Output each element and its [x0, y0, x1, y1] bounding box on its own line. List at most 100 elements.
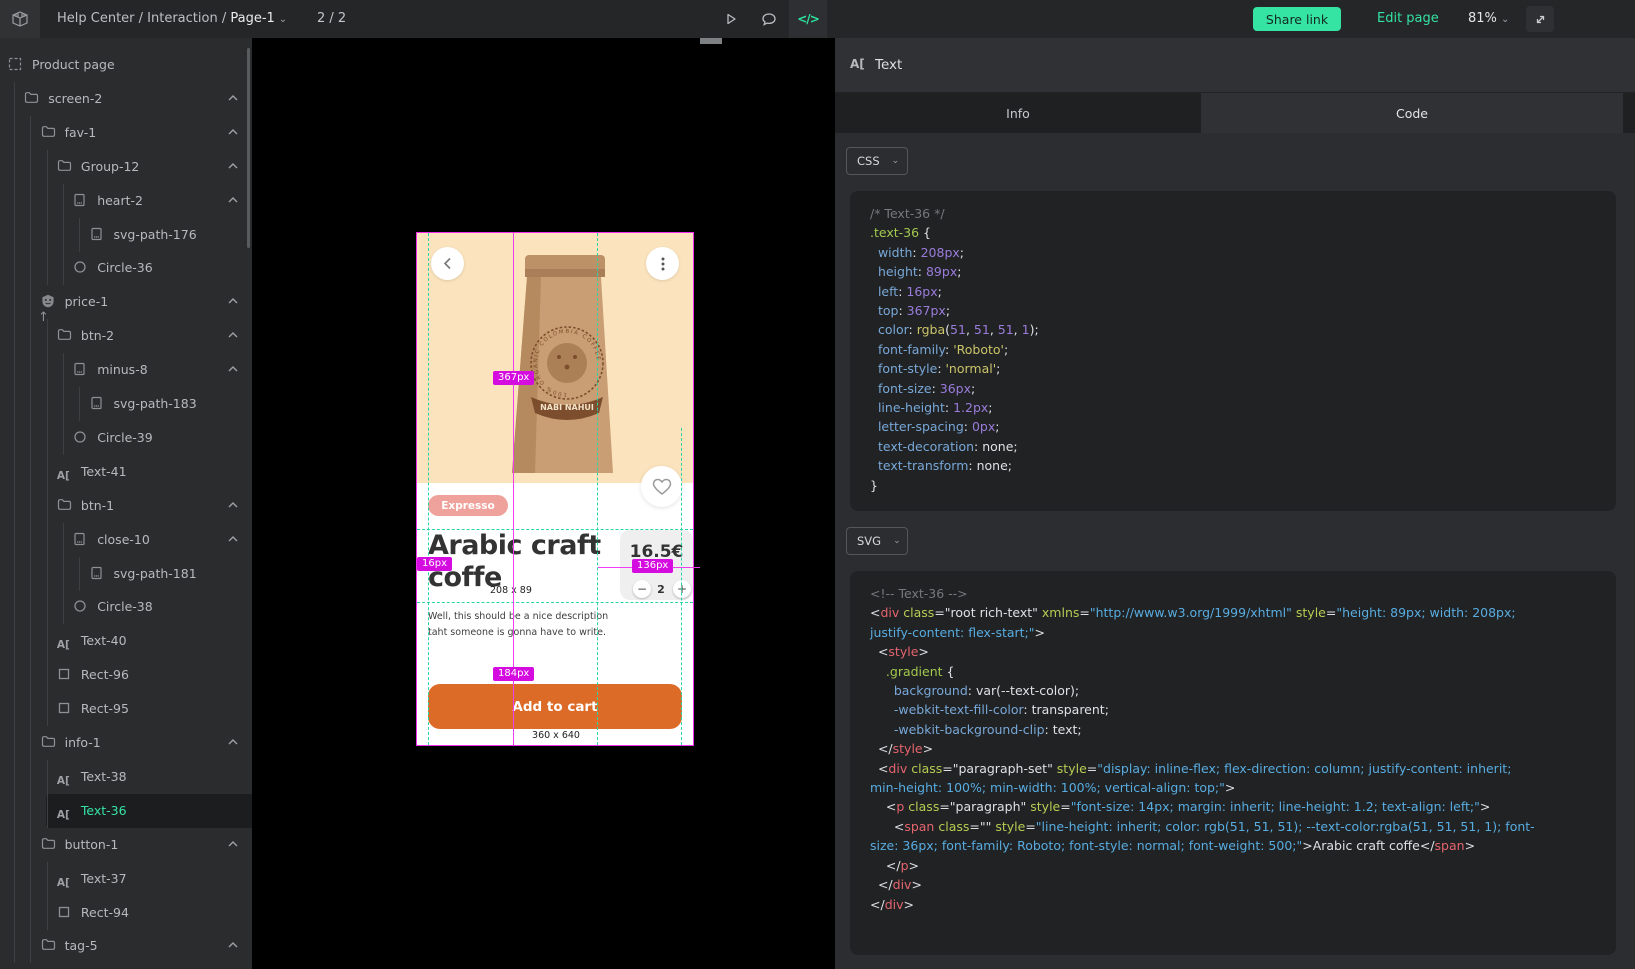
code-line: font-family: 'Roboto'; — [870, 340, 1616, 359]
layer-row-Text-37[interactable]: A[ Text-37 — [0, 862, 252, 896]
category-tag[interactable]: Expresso — [428, 495, 508, 516]
canvas-scrollbar-thumb[interactable] — [700, 38, 722, 44]
layer-row-Circle-36[interactable]: Circle-36 — [0, 251, 252, 285]
layer-row-Text-38[interactable]: A[Text-38 — [0, 760, 252, 794]
layer-row-heart-2[interactable]: heart-2 — [0, 184, 252, 218]
chevron-up-icon[interactable] — [227, 127, 240, 138]
layer-label: svg-path-176 — [114, 227, 197, 242]
tree-indent-guide — [14, 896, 15, 930]
layer-row-Text-40[interactable]: A[Text-40 — [0, 624, 252, 658]
zoom-level-value: 81% — [1468, 11, 1497, 26]
file-icon — [90, 396, 105, 411]
layer-row-Circle-38[interactable]: Circle-38 — [0, 590, 252, 624]
app-logo[interactable] — [0, 0, 40, 38]
menu-button[interactable] — [646, 247, 679, 280]
layer-label: Text-37 — [81, 871, 127, 886]
code-view-button[interactable]: </> — [789, 0, 827, 38]
layer-row-Group-12[interactable]: Group-12 — [0, 150, 252, 184]
inspector-header: A[ Text — [835, 38, 1635, 93]
layer-row-svg-path-183[interactable]: svg-path-183 — [0, 387, 252, 421]
back-button[interactable] — [431, 247, 464, 280]
layer-row-svg-path-176[interactable]: svg-path-176 — [0, 218, 252, 252]
fullscreen-button[interactable] — [1526, 6, 1554, 32]
tree-indent-guide — [30, 828, 31, 862]
svg-code-block[interactable]: <!-- Text-36 --><div class="root rich-te… — [850, 571, 1616, 955]
chevron-up-icon[interactable] — [227, 534, 240, 545]
layer-row-fav-1[interactable]: fav-1 — [0, 116, 252, 150]
layer-row-info-1[interactable]: info-1 — [0, 726, 252, 760]
tree-indent-guide — [63, 523, 64, 557]
chevron-up-icon[interactable] — [227, 161, 240, 172]
layer-row-Text-41[interactable]: A[Text-41 — [0, 455, 252, 489]
layer-row-Rect-96[interactable]: Rect-96 — [0, 658, 252, 692]
tree-indent-guide — [14, 624, 15, 658]
code-line: <div class="paragraph-set" style="displa… — [870, 759, 1616, 778]
layer-label: Text-36 — [81, 803, 127, 818]
folder-icon — [57, 498, 72, 513]
breadcrumb-path: Help Center / Interaction / — [57, 11, 226, 26]
file-icon — [90, 227, 105, 242]
chevron-up-icon[interactable] — [227, 940, 240, 951]
folder-icon — [57, 328, 72, 343]
share-link-button[interactable]: Share link — [1253, 7, 1341, 31]
layer-label: tag-5 — [65, 938, 98, 953]
css-code-block[interactable]: /* Text-36 */.text-36 { width: 208px; he… — [850, 191, 1616, 511]
chevron-up-icon[interactable] — [227, 93, 240, 104]
layer-row-tag-5[interactable]: tag-5 — [0, 929, 252, 963]
layer-row-Text-36[interactable]: A[Text-36 — [0, 794, 252, 828]
chevron-up-icon[interactable] — [227, 195, 240, 206]
design-canvas[interactable]: 100% ORGANIC COLOMBIA COFFEE NABI NAHUI … — [252, 38, 835, 969]
product-page-mockup[interactable]: 100% ORGANIC COLOMBIA COFFEE NABI NAHUI … — [417, 233, 693, 745]
quantity-minus-button[interactable]: − — [633, 580, 651, 598]
layer-row-screen-2[interactable]: screen-2 — [0, 82, 252, 116]
tree-indent-guide — [30, 353, 31, 387]
svg-language-select[interactable]: SVG ⌄ — [846, 527, 908, 555]
comment-button[interactable] — [756, 7, 782, 31]
tab-code[interactable]: Code — [1201, 93, 1623, 133]
tree-indent-guide — [47, 421, 48, 455]
layer-label: Circle-39 — [97, 430, 153, 445]
product-description: Well, this should be a nice description … — [428, 609, 628, 640]
code-line: <style> — [870, 642, 1616, 661]
play-button[interactable] — [718, 7, 744, 31]
layer-row-Circle-39[interactable]: Circle-39 — [0, 421, 252, 455]
chevron-up-icon[interactable] — [227, 839, 240, 850]
chevron-up-icon[interactable] — [227, 500, 240, 511]
tab-info[interactable]: Info — [835, 93, 1201, 133]
code-line: -webkit-text-fill-color: transparent; — [870, 700, 1616, 719]
sidebar-scrollbar[interactable] — [247, 48, 250, 248]
tree-indent-guide — [47, 658, 48, 692]
quantity-plus-button[interactable]: + — [673, 580, 691, 598]
code-line: text-transform: none; — [870, 456, 1616, 475]
layer-row-Product page[interactable]: Product page — [0, 48, 252, 82]
rect-icon — [57, 905, 72, 920]
breadcrumb-page-name[interactable]: Page-1 — [230, 11, 274, 26]
layer-row-btn-1[interactable]: btn-1 — [0, 489, 252, 523]
edit-page-link[interactable]: Edit page — [1377, 11, 1439, 26]
layer-row-minus-8[interactable]: minus-8 — [0, 353, 252, 387]
zoom-level-control[interactable]: 81% ⌄ — [1468, 11, 1509, 26]
layer-row-button-1[interactable]: button-1 — [0, 828, 252, 862]
tree-indent-guide — [30, 387, 31, 421]
tree-indent-guide — [79, 387, 80, 421]
text-icon: A[ — [57, 871, 72, 886]
chevron-up-icon[interactable] — [227, 330, 240, 341]
chevron-up-icon[interactable] — [227, 737, 240, 748]
tree-indent-guide — [30, 862, 31, 896]
title-bottom-guide — [417, 602, 693, 603]
layer-row-Rect-95[interactable]: Rect-95 — [0, 692, 252, 726]
favorite-button[interactable] — [641, 466, 682, 507]
breadcrumb[interactable]: Help Center / Interaction / Page-1 ⌄ — [57, 11, 287, 26]
layers-panel: Product pagescreen-2fav-1Group-12heart-2… — [0, 38, 252, 969]
add-to-cart-button[interactable]: Add to cart — [428, 684, 682, 729]
chevron-up-icon[interactable] — [227, 296, 240, 307]
chevron-up-icon[interactable] — [227, 364, 240, 375]
tree-indent-guide — [14, 353, 15, 387]
layer-row-svg-path-181[interactable]: svg-path-181 — [0, 557, 252, 591]
css-language-select[interactable]: CSS ⌄ — [846, 147, 908, 175]
logo-box-icon — [10, 9, 30, 29]
tree-indent-guide — [14, 760, 15, 794]
layer-row-Rect-94[interactable]: Rect-94 — [0, 896, 252, 930]
layer-row-close-10[interactable]: close-10 — [0, 523, 252, 557]
chevron-down-icon[interactable]: ⌄ — [279, 14, 287, 25]
